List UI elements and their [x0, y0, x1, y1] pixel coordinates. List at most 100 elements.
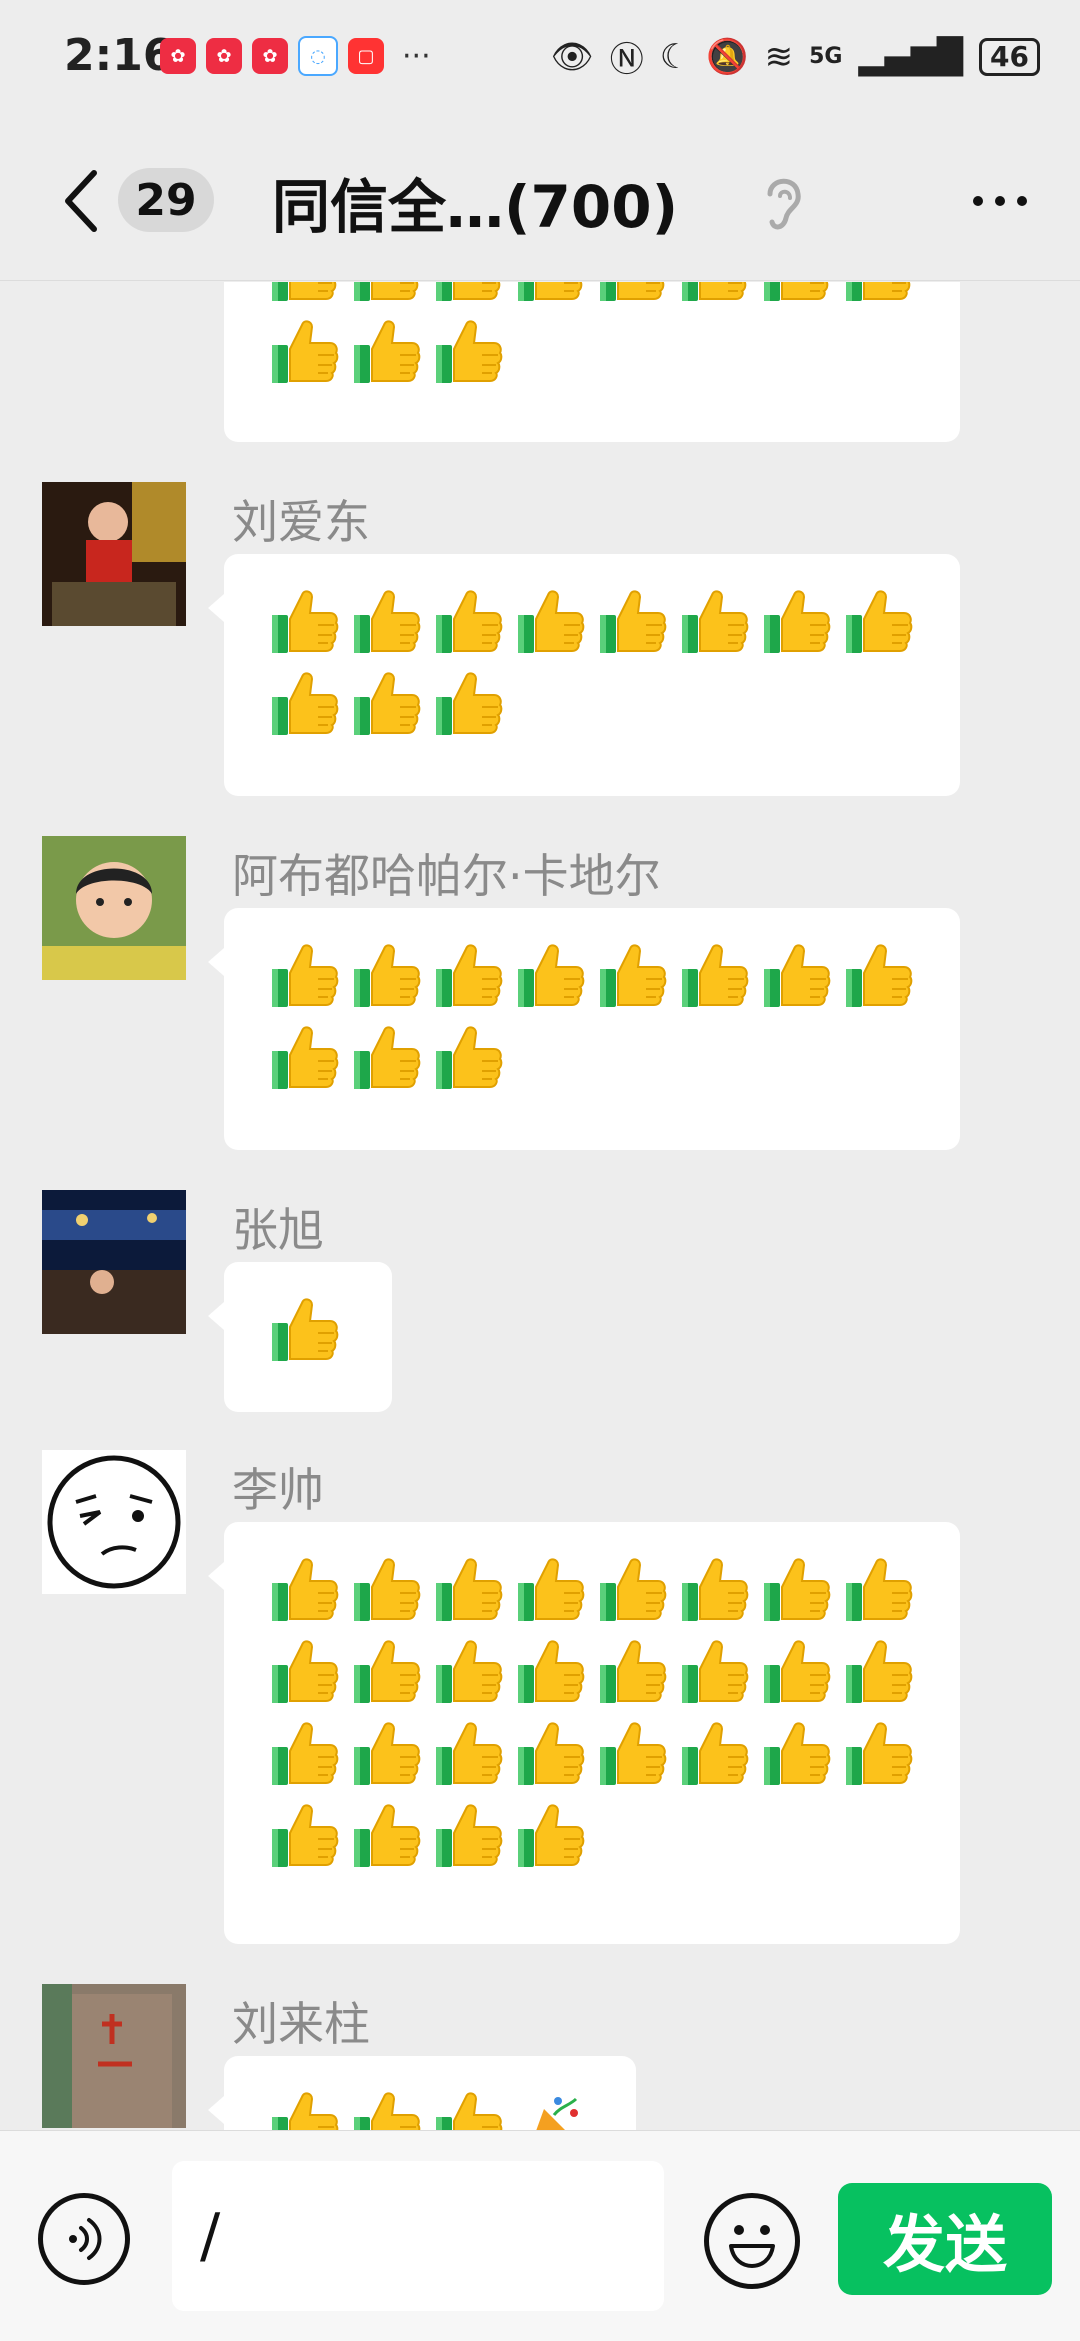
- message-bubble[interactable]: [224, 282, 960, 442]
- ear-mode-icon: [752, 168, 812, 238]
- thumbs-up-icon: [432, 939, 504, 1011]
- thumbs-up-icon: [350, 315, 422, 387]
- thumbs-up-icon: [432, 667, 504, 739]
- thumbs-up-icon: [432, 1553, 504, 1625]
- thumbs-up-icon: [350, 1717, 422, 1789]
- thumbs-up-icon: [596, 939, 668, 1011]
- thumbs-up-icon: [842, 1553, 914, 1625]
- thumbs-up-icon: [678, 939, 750, 1011]
- thumbs-up-icon: [596, 1635, 668, 1707]
- message-list[interactable]: 刘爱东 阿布都哈帕尔·卡地尔 张旭 李帅 刘来柱: [0, 282, 1080, 2130]
- sender-name: 张旭: [232, 1203, 324, 1257]
- thumbs-up-icon: [268, 1635, 340, 1707]
- voice-wave-icon: [69, 2218, 102, 2260]
- thumbs-up-icon: [514, 1717, 586, 1789]
- emoji-row: [268, 1288, 362, 1370]
- emoji-picker-button[interactable]: [704, 2193, 800, 2289]
- thumbs-up-icon: [268, 282, 340, 305]
- mute-bell-icon: 🔕: [706, 36, 749, 77]
- thumbs-up-icon: [432, 1717, 504, 1789]
- notification-icons: ✿ ✿ ✿ ◌ ▢ ···: [160, 36, 431, 76]
- emoji-row: [268, 934, 930, 1016]
- smiley-icon: [729, 2225, 775, 2268]
- message-bubble[interactable]: [208, 2056, 636, 2130]
- thumbs-up-icon: [514, 1553, 586, 1625]
- avatar[interactable]: [42, 1450, 186, 1594]
- thumbs-up-icon: [596, 1717, 668, 1789]
- thumbs-up-icon: [268, 1293, 340, 1365]
- thumbs-up-icon: [268, 1799, 340, 1871]
- send-button[interactable]: 发送: [838, 2183, 1052, 2295]
- status-bar: 2:16 ✿ ✿ ✿ ◌ ▢ ··· 👁 Ⓝ ☾ 🔕 ≋ 5G ▂▄▆█ 46: [0, 0, 1080, 120]
- thumbs-up-icon: [842, 282, 914, 305]
- status-time: 2:16: [64, 30, 174, 81]
- thumbs-up-icon: [350, 667, 422, 739]
- moon-icon: ☾: [659, 36, 691, 77]
- thumbs-up-icon: [268, 315, 340, 387]
- thumbs-up-icon: [432, 2087, 504, 2130]
- thumbs-up-icon: [268, 1021, 340, 1093]
- thumbs-up-icon: [514, 282, 586, 305]
- emoji-row: [268, 1016, 930, 1098]
- thumbs-up-icon: [268, 585, 340, 657]
- avatar[interactable]: [42, 1984, 186, 2128]
- thumbs-up-icon: [514, 939, 586, 1011]
- app-notification-icon: ✿: [252, 38, 288, 74]
- chat-bubble-notification-icon: ◌: [298, 36, 338, 76]
- thumbs-up-icon: [760, 939, 832, 1011]
- thumbs-up-icon: [760, 1635, 832, 1707]
- thumbs-up-icon: [842, 939, 914, 1011]
- app-notification-icon: ✿: [160, 38, 196, 74]
- thumbs-up-icon: [596, 282, 668, 305]
- sender-name: 刘爱东: [232, 495, 370, 549]
- thumbs-up-icon: [678, 282, 750, 305]
- emoji-row: [268, 282, 930, 310]
- app-notification-icon: ▢: [348, 38, 384, 74]
- sender-name: 阿布都哈帕尔·卡地尔: [232, 849, 661, 903]
- thumbs-up-icon: [760, 1553, 832, 1625]
- thumbs-up-icon: [268, 2087, 340, 2130]
- thumbs-up-icon: [350, 282, 422, 305]
- message-input[interactable]: /: [172, 2161, 664, 2311]
- network-label: 5G: [809, 44, 843, 69]
- unread-count-badge[interactable]: 29: [118, 168, 214, 232]
- thumbs-up-icon: [350, 2087, 422, 2130]
- avatar[interactable]: [42, 836, 186, 980]
- dot: [995, 196, 1005, 206]
- sender-name: 刘来柱: [232, 1997, 370, 2051]
- nfc-icon: Ⓝ: [609, 40, 644, 80]
- message-bubble[interactable]: [208, 908, 960, 1150]
- chat-header: 29 同信全…(700): [0, 120, 1080, 281]
- thumbs-up-icon: [678, 1717, 750, 1789]
- avatar[interactable]: [42, 1190, 186, 1334]
- dot: [973, 196, 983, 206]
- emoji-row: [268, 1548, 930, 1630]
- thumbs-up-icon: [432, 1021, 504, 1093]
- back-button[interactable]: [52, 166, 112, 236]
- message-bubble[interactable]: [208, 554, 960, 796]
- thumbs-up-icon: [596, 1553, 668, 1625]
- app-notification-icon: ✿: [206, 38, 242, 74]
- avatar[interactable]: [42, 482, 186, 626]
- thumbs-up-icon: [268, 667, 340, 739]
- emoji-row: [268, 1712, 930, 1794]
- thumbs-up-icon: [514, 1799, 586, 1871]
- thumbs-up-icon: [678, 585, 750, 657]
- dot: [1017, 196, 1027, 206]
- thumbs-up-icon: [350, 939, 422, 1011]
- thumbs-up-icon: [350, 585, 422, 657]
- thumbs-up-icon: [350, 1635, 422, 1707]
- system-icons: 👁 Ⓝ ☾ 🔕 ≋ 5G ▂▄▆█ 46: [551, 32, 1040, 81]
- thumbs-up-icon: [350, 1799, 422, 1871]
- message-bubble[interactable]: [208, 1262, 392, 1412]
- emoji-row: [268, 580, 930, 662]
- emoji-row: [268, 1794, 930, 1876]
- voice-input-button[interactable]: [38, 2193, 130, 2285]
- chevron-left-icon: [65, 170, 97, 232]
- thumbs-up-icon: [268, 1717, 340, 1789]
- emoji-row: [268, 662, 930, 744]
- thumbs-up-icon: [268, 1553, 340, 1625]
- more-options-button[interactable]: [960, 166, 1040, 236]
- message-bubble[interactable]: [208, 1522, 960, 1944]
- thumbs-up-icon: [760, 1717, 832, 1789]
